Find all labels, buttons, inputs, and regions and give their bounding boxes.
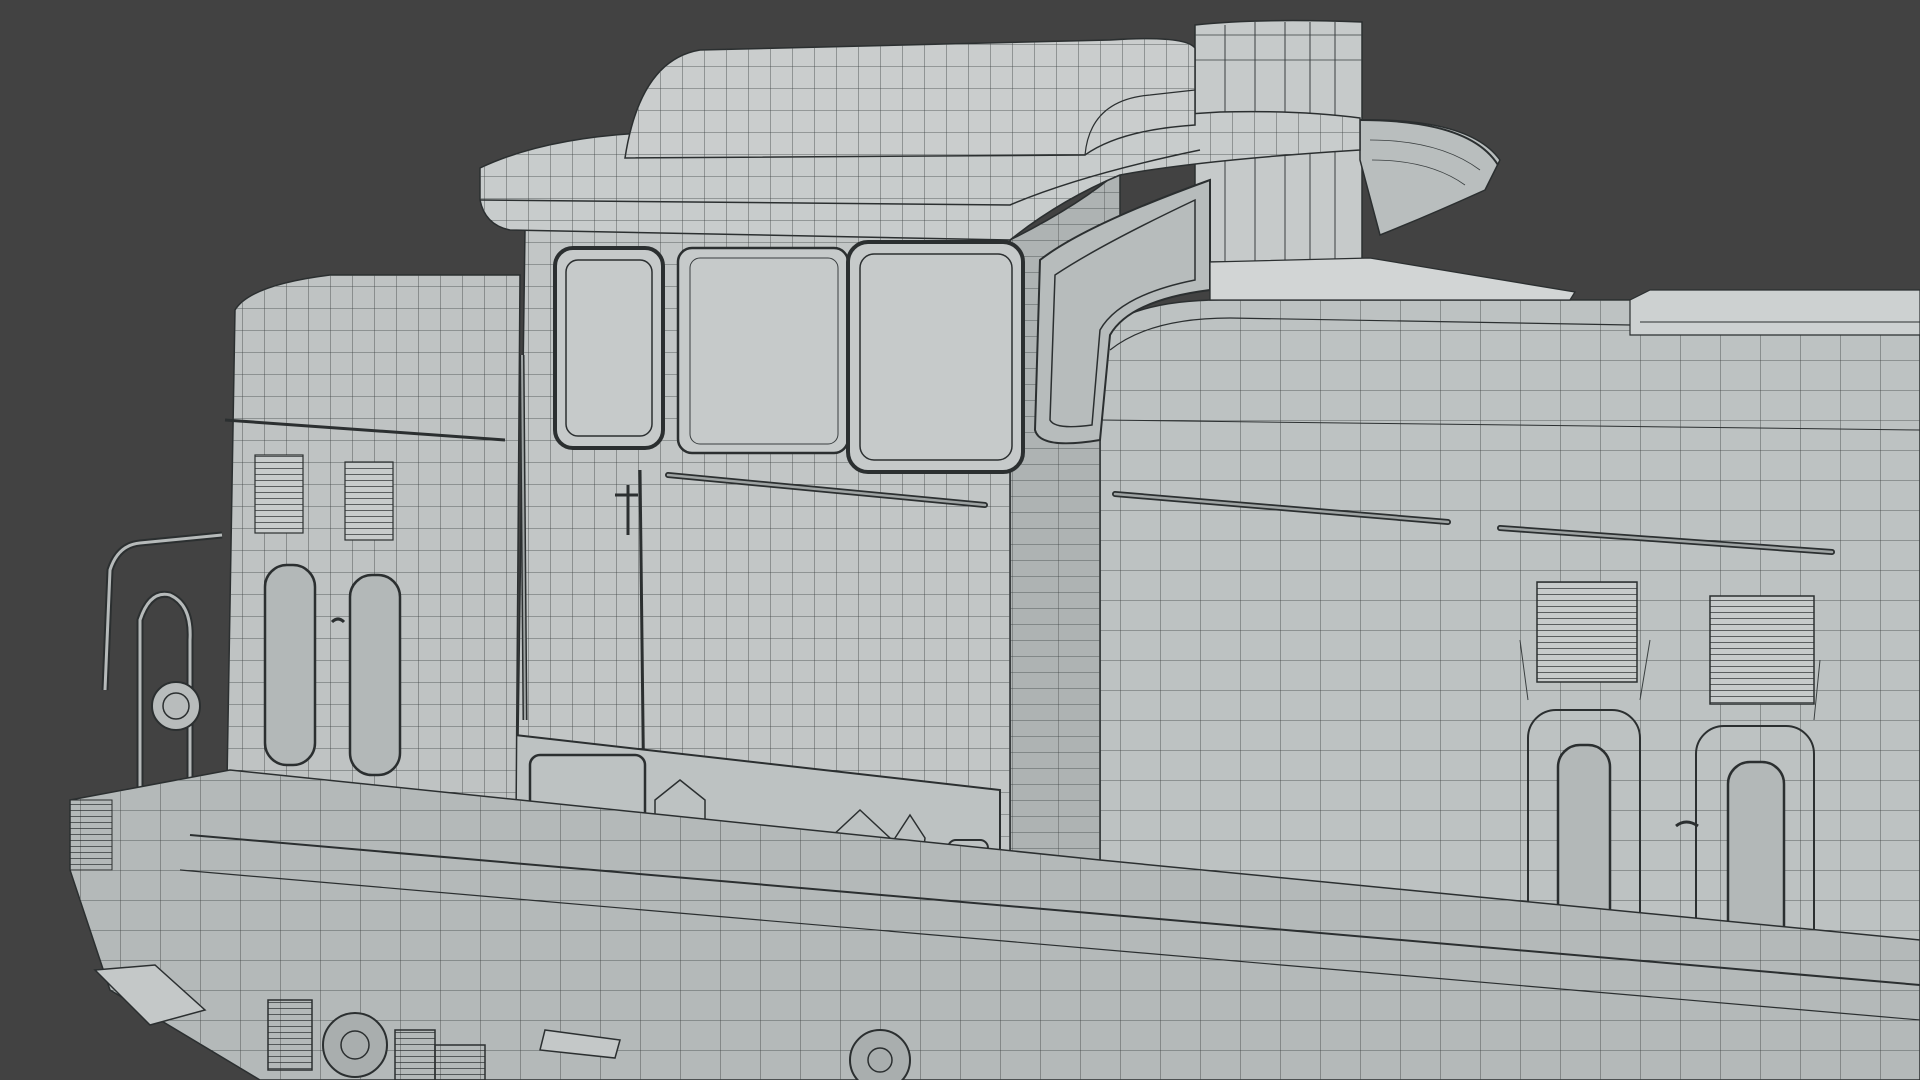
rear-roof-canopy <box>1359 119 1501 237</box>
locomotive-wireframe-render <box>69 19 1920 1080</box>
3d-viewport[interactable] <box>0 0 1920 1080</box>
